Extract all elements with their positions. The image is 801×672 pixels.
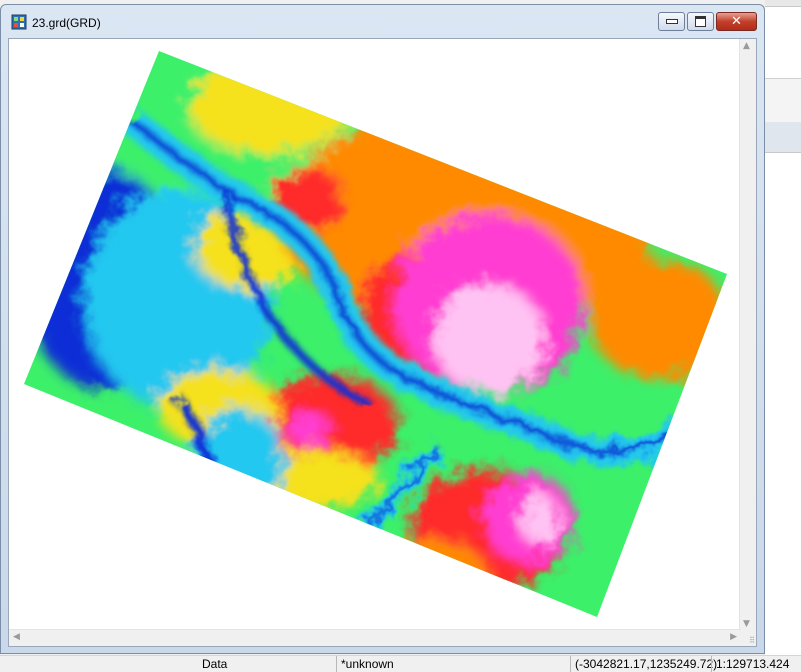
maximize-icon — [695, 16, 706, 27]
grid-document-window[interactable]: 23.grd(GRD) ✕ ▲ ▼ ◀ ▶ ⠿ — [0, 4, 765, 654]
window-title: 23.grd(GRD) — [32, 16, 101, 30]
scrollbar-corner: ⠿ — [740, 630, 756, 646]
close-icon: ✕ — [731, 14, 742, 29]
background-panel-section — [765, 78, 801, 124]
vertical-scrollbar[interactable]: ▲ ▼ — [739, 39, 756, 631]
maximize-button[interactable] — [687, 12, 714, 31]
status-bar: Data *unknown (-3042821.17,1235249.72) 1… — [0, 655, 801, 672]
status-scale: 1:129713.424 — [711, 656, 801, 672]
status-coordinates: (-3042821.17,1235249.72) — [570, 656, 717, 672]
background-panel-header — [765, 122, 801, 153]
map-view[interactable]: ▲ ▼ ◀ ▶ ⠿ — [8, 38, 757, 647]
grid-file-icon — [11, 14, 27, 30]
scroll-up-icon[interactable]: ▲ — [743, 41, 750, 51]
status-projection: *unknown — [336, 656, 570, 672]
horizontal-scrollbar[interactable]: ◀ ▶ — [9, 629, 741, 646]
close-button[interactable]: ✕ — [716, 12, 757, 31]
status-mode: Data — [202, 657, 228, 671]
scroll-right-icon[interactable]: ▶ — [730, 632, 737, 642]
raster-surface — [24, 51, 727, 617]
window-titlebar[interactable]: 23.grd(GRD) ✕ — [1, 5, 764, 37]
scroll-left-icon[interactable]: ◀ — [13, 632, 20, 642]
size-grip-icon[interactable]: ⠿ — [749, 636, 755, 645]
grid-raster-map[interactable] — [9, 39, 741, 631]
minimize-icon — [665, 19, 678, 24]
minimize-button[interactable] — [658, 12, 685, 31]
background-toolbar — [765, 0, 801, 7]
scroll-down-icon[interactable]: ▼ — [743, 619, 750, 629]
